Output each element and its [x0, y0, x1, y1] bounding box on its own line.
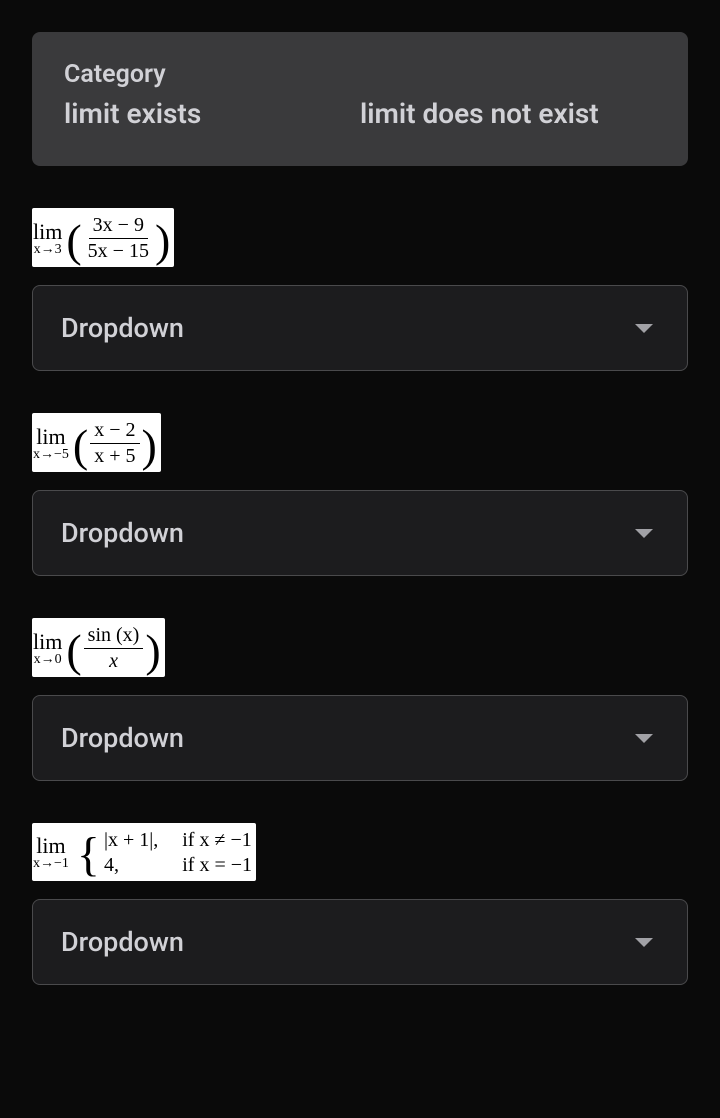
lim-approach: x→3 — [34, 243, 62, 258]
numerator: sin (x) — [84, 624, 144, 649]
chevron-down-icon — [635, 734, 653, 743]
category-col1: limit exists — [64, 97, 360, 130]
lim-approach: x→0 — [34, 653, 62, 668]
dropdown-label: Dropdown — [61, 517, 184, 549]
question-item: lim x→3 ( 3x − 9 5x − 15 ) Dropdown — [32, 208, 688, 371]
category-col2: limit does not exist — [360, 97, 656, 130]
dropdown-label: Dropdown — [61, 312, 184, 344]
dropdown-label: Dropdown — [61, 722, 184, 754]
limit-expression: lim x→0 ( sin (x) x ) — [32, 618, 165, 677]
piecewise-case-cond: if x = −1 — [182, 854, 252, 877]
piecewise-case-expr: |x + 1|, — [104, 829, 158, 852]
numerator: 3x − 9 — [89, 214, 148, 239]
piecewise-case-expr: 4, — [104, 854, 158, 877]
category-label: Category — [64, 60, 360, 89]
question-item: lim x→0 ( sin (x) x ) Dropdown — [32, 618, 688, 781]
denominator: x + 5 — [90, 444, 139, 468]
lim-approach: x→−5 — [33, 448, 69, 463]
numerator: x − 2 — [90, 419, 139, 444]
category-dropdown[interactable]: Dropdown — [32, 490, 688, 576]
piecewise-case-cond: if x ≠ −1 — [182, 829, 252, 852]
question-item: lim x→−1 { |x + 1|, if x ≠ −1 4, if x = … — [32, 823, 688, 985]
chevron-down-icon — [635, 324, 653, 333]
limit-expression: lim x→−5 ( x − 2 x + 5 ) — [32, 413, 161, 472]
dropdown-label: Dropdown — [61, 926, 184, 958]
category-header: Category limit exists limit does not exi… — [32, 32, 688, 166]
lim-approach: x→−1 — [33, 857, 69, 872]
lim-text: lim — [36, 834, 65, 857]
category-dropdown[interactable]: Dropdown — [32, 285, 688, 371]
category-dropdown[interactable]: Dropdown — [32, 695, 688, 781]
lim-text: lim — [33, 630, 62, 653]
chevron-down-icon — [635, 529, 653, 538]
denominator: 5x − 15 — [84, 239, 153, 263]
denominator: x — [105, 649, 122, 673]
chevron-down-icon — [635, 938, 653, 947]
limit-expression: lim x→3 ( 3x − 9 5x − 15 ) — [32, 208, 174, 267]
category-label-spacer — [360, 60, 656, 89]
lim-text: lim — [36, 425, 65, 448]
limit-expression: lim x→−1 { |x + 1|, if x ≠ −1 4, if x = … — [32, 823, 256, 881]
question-item: lim x→−5 ( x − 2 x + 5 ) Dropdown — [32, 413, 688, 576]
lim-text: lim — [33, 220, 62, 243]
category-dropdown[interactable]: Dropdown — [32, 899, 688, 985]
